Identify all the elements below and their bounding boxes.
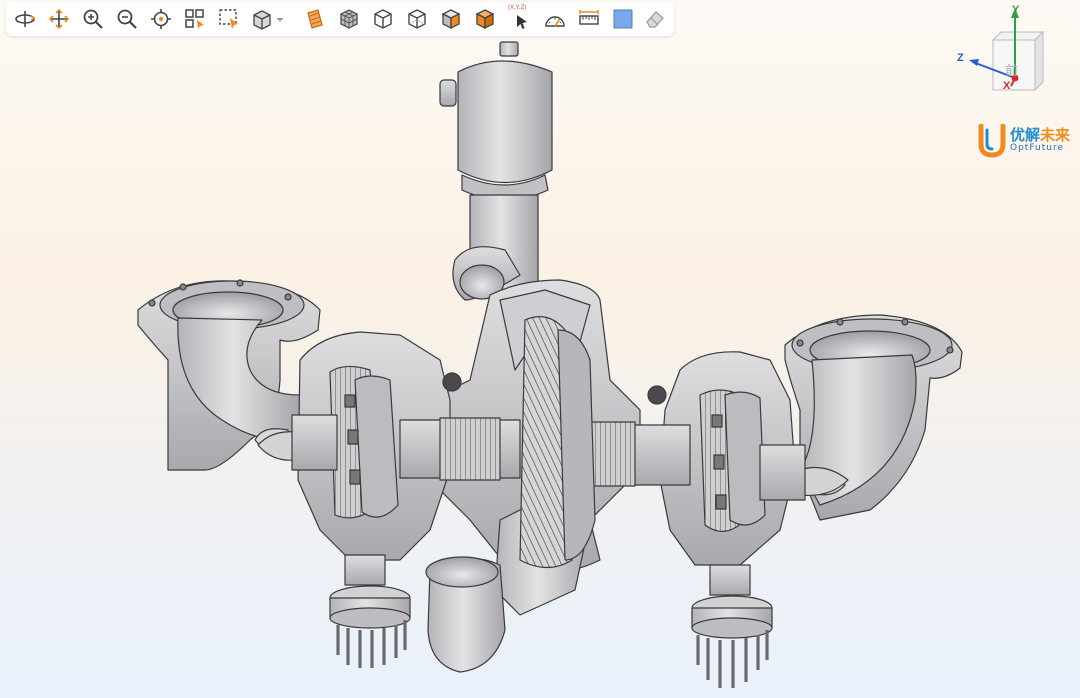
orientation-triad[interactable]: Y Z X 前 bbox=[945, 0, 1060, 100]
brand-u-icon bbox=[978, 124, 1006, 158]
right-sensor-connector[interactable] bbox=[691, 564, 773, 688]
brand-logo: 优解未来 OptFuture bbox=[978, 124, 1078, 160]
filter-housing[interactable] bbox=[439, 41, 553, 301]
axis-y-label: Y bbox=[1012, 4, 1020, 16]
cube-front-face-label: 前 bbox=[1005, 64, 1019, 79]
brand-name-en: OptFuture bbox=[1010, 143, 1064, 153]
left-sensor-connector[interactable] bbox=[329, 554, 411, 668]
brand-name-cn: 优解未来 bbox=[1010, 124, 1070, 145]
brand-name-cn-part1: 优解 bbox=[1010, 126, 1041, 144]
bottom-outlet-pipe[interactable] bbox=[425, 556, 506, 673]
axis-z-label: Z bbox=[957, 52, 964, 64]
brand-name-cn-part2: 未来 bbox=[1040, 126, 1071, 144]
helical-gear[interactable] bbox=[519, 316, 596, 569]
cad-viewport[interactable] bbox=[0, 0, 1080, 698]
turbine-assembly-model[interactable] bbox=[137, 41, 963, 688]
axis-x-label: X bbox=[1003, 80, 1011, 92]
